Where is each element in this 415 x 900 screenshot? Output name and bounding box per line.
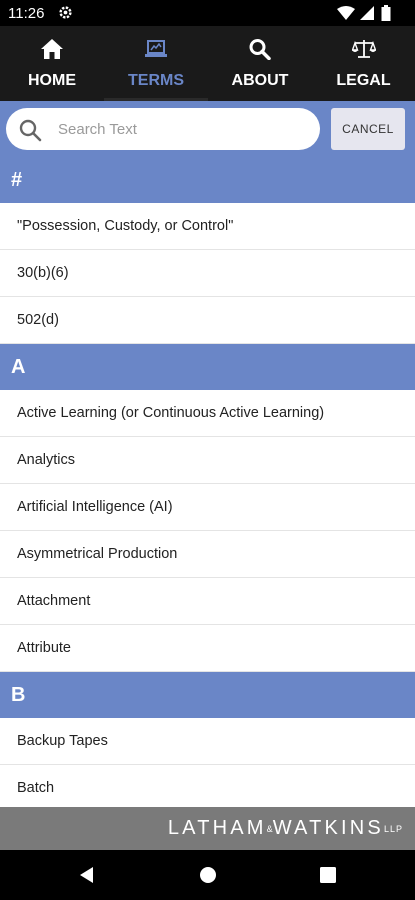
search-box[interactable] — [6, 108, 320, 150]
latham-watkins-logo: LATHAM&WATKINSLLP — [168, 817, 403, 840]
tab-legal[interactable]: LEGAL — [312, 26, 415, 101]
tab-home-label: HOME — [28, 72, 76, 89]
logo-word-latham: LATHAM — [167, 817, 267, 839]
list-item[interactable]: Batch — [0, 765, 415, 807]
terms-icon — [145, 40, 167, 57]
status-bar: 11:26 — [0, 0, 415, 26]
wifi-icon — [337, 6, 355, 20]
system-nav-bar — [0, 850, 415, 900]
logo-llp: LLP — [383, 824, 403, 834]
search-icon — [19, 119, 42, 142]
search-input[interactable] — [58, 116, 308, 142]
list-item[interactable]: Backup Tapes — [0, 718, 415, 765]
cellular-signal-icon — [360, 6, 374, 20]
search-icon — [249, 39, 271, 60]
footer-bar: LATHAM&WATKINSLLP — [0, 807, 415, 850]
tab-terms[interactable]: TERMS — [104, 26, 208, 101]
list-item[interactable]: Asymmetrical Production — [0, 531, 415, 578]
section-header-hash: # — [0, 157, 415, 203]
list-item[interactable]: "Possession, Custody, or Control" — [0, 203, 415, 250]
tab-about-label: ABOUT — [231, 72, 289, 89]
battery-icon — [381, 5, 391, 21]
tab-about[interactable]: ABOUT — [208, 26, 312, 101]
list-item[interactable]: 502(d) — [0, 297, 415, 344]
cancel-button[interactable]: CANCEL — [331, 108, 405, 150]
home-icon — [41, 39, 63, 59]
tab-terms-label: TERMS — [128, 72, 184, 89]
list-item[interactable]: 30(b)(6) — [0, 250, 415, 297]
back-icon[interactable] — [76, 864, 98, 886]
scales-icon — [351, 40, 376, 58]
list-item[interactable]: Analytics — [0, 437, 415, 484]
search-bar: CANCEL — [0, 101, 415, 157]
settings-gear-icon — [59, 6, 72, 19]
section-header-b: B — [0, 672, 415, 718]
home-button-icon[interactable] — [197, 864, 219, 886]
top-nav-bar: HOME TERMS ABOUT LEGAL — [0, 26, 415, 101]
logo-word-watkins: WATKINS — [272, 817, 384, 839]
tab-home[interactable]: HOME — [0, 26, 104, 101]
list-item[interactable]: Active Learning (or Continuous Active Le… — [0, 390, 415, 437]
section-header-a: A — [0, 344, 415, 390]
terms-list: # "Possession, Custody, or Control" 30(b… — [0, 157, 415, 807]
list-item[interactable]: Attachment — [0, 578, 415, 625]
list-item[interactable]: Artificial Intelligence (AI) — [0, 484, 415, 531]
status-icons — [337, 5, 407, 21]
tab-legal-label: LEGAL — [336, 72, 391, 89]
list-item[interactable]: Attribute — [0, 625, 415, 672]
recents-icon[interactable] — [317, 864, 339, 886]
status-time: 11:26 — [8, 5, 45, 22]
